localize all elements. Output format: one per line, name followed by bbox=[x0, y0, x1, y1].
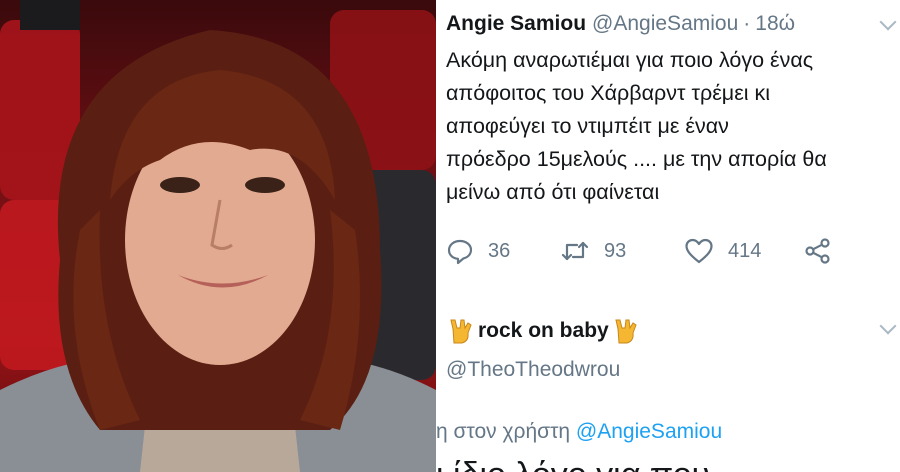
share-nodes-icon bbox=[805, 238, 830, 264]
reply-author-row[interactable]: rock on baby bbox=[448, 316, 639, 346]
retweet-arrows-icon bbox=[561, 241, 589, 261]
photo bbox=[0, 0, 436, 472]
tweet-header: Angie Samiou @AngieSamiou · 18ώ bbox=[446, 12, 890, 42]
share-button[interactable] bbox=[804, 234, 832, 268]
retweet-button[interactable]: 93 bbox=[560, 234, 626, 268]
sign-of-the-horns-icon bbox=[450, 319, 472, 344]
tweet-panel: Angie Samiou @AngieSamiou · 18ώ Ακόμη αν… bbox=[436, 0, 900, 472]
like-count: 414 bbox=[728, 239, 762, 262]
tweet-author-handle[interactable]: @AngieSamiou bbox=[592, 12, 738, 36]
reply-button[interactable]: 36 bbox=[446, 234, 510, 268]
sign-of-the-horns-icon bbox=[615, 319, 637, 344]
reply-count: 36 bbox=[488, 239, 511, 262]
reply-author-name[interactable]: rock on baby bbox=[478, 319, 609, 343]
replying-to-prefix: η στον χρήστη bbox=[436, 420, 576, 443]
screenshot-composite: Angie Samiou @AngieSamiou · 18ώ Ακόμη αν… bbox=[0, 0, 900, 472]
portrait-image bbox=[0, 0, 436, 472]
speech-bubble-icon bbox=[447, 239, 473, 265]
heart-icon bbox=[685, 238, 713, 264]
tweet-separator: · bbox=[743, 12, 751, 35]
tweet-author-name[interactable]: Angie Samiou bbox=[446, 12, 586, 36]
tweet-text: Ακόμη αναρωτιέμαι για ποιο λόγο ένας από… bbox=[446, 48, 827, 204]
chevron-down-icon[interactable] bbox=[879, 317, 897, 335]
tweet-actions: 36 93 414 bbox=[446, 234, 886, 268]
reply-text-cut: ι ίδιο λόγο για που bbox=[436, 458, 710, 472]
retweet-count: 93 bbox=[604, 239, 627, 262]
replying-to-mention[interactable]: @AngieSamiou bbox=[576, 420, 722, 443]
replying-to-line: η στον χρήστη @AngieSamiou bbox=[436, 420, 722, 444]
tweet-timestamp[interactable]: 18ώ bbox=[755, 12, 795, 36]
like-button[interactable]: 414 bbox=[684, 234, 761, 268]
reply-author-handle[interactable]: @TheoTheodwrou bbox=[446, 358, 620, 382]
